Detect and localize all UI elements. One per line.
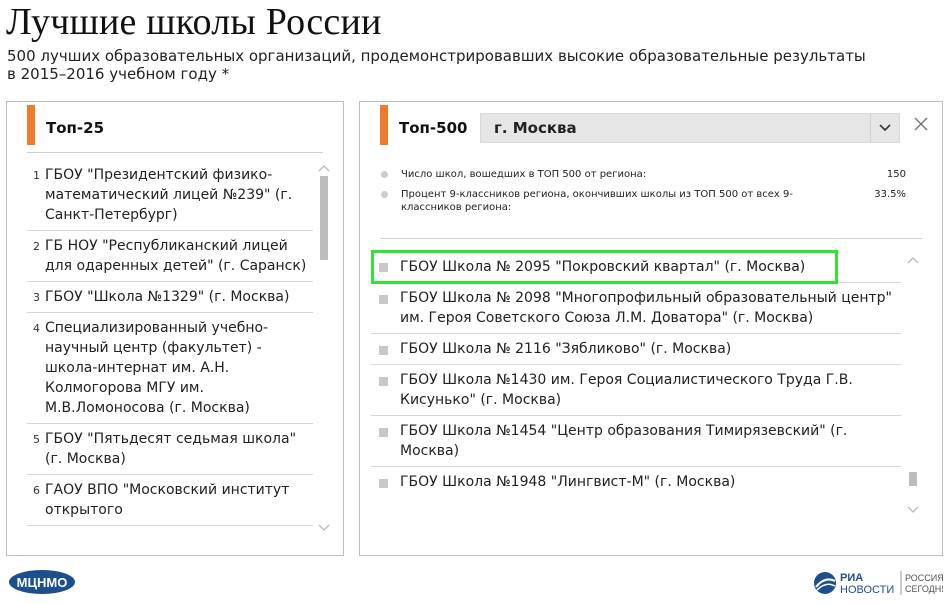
- school-name: ГАОУ ВПО "Московский институт открытого: [45, 482, 290, 518]
- top500-title: Топ-500: [399, 119, 468, 137]
- list-item[interactable]: 1 ГБОУ "Президентский физико-математичес…: [27, 160, 313, 231]
- list-item[interactable]: ГБОУ Школа №1454 "Центр образования Тими…: [371, 416, 901, 467]
- top500-list[interactable]: ГБОУ Школа № 2095 "Покровский квартал" (…: [371, 247, 901, 515]
- stat-label: Процент 9-классников региона, окончивших…: [401, 189, 793, 213]
- divider: [27, 152, 323, 153]
- close-icon[interactable]: [913, 116, 929, 132]
- list-item[interactable]: 5 ГБОУ "Пятьдесят седьмая школа" (г. Мос…: [27, 424, 313, 475]
- region-select-value: г. Москва: [494, 119, 577, 137]
- school-name: Специализированный учебно-научный центр …: [45, 320, 269, 416]
- region-stats: Число школ, вошедших в ТОП 500 от регион…: [380, 168, 906, 221]
- list-item[interactable]: 4 Специализированный учебно-научный цент…: [27, 313, 313, 424]
- top25-panel: Топ-25 1 ГБОУ "Президентский физико-мате…: [6, 101, 344, 556]
- list-item[interactable]: ГБОУ Школа №1430 им. Героя Социалистичес…: [371, 365, 901, 416]
- selected-item-highlight: [371, 250, 838, 284]
- rank-number: 3: [33, 291, 40, 304]
- page-title: Лучшие школы России: [6, 1, 382, 43]
- list-item[interactable]: ГБОУ Школа №1948 "Лингвист-М" (г. Москва…: [371, 467, 901, 497]
- accent-tab: [27, 105, 35, 145]
- top500-panel: Топ-500 г. Москва Число школ, вошедших в…: [359, 101, 943, 556]
- ria-logo-line1: РИА: [840, 572, 863, 584]
- scrollbar-thumb[interactable]: [909, 472, 917, 486]
- chevron-up-icon[interactable]: [907, 256, 919, 264]
- accent-tab: [380, 105, 388, 145]
- school-name: ГБОУ "Президентский физико-математически…: [45, 167, 293, 223]
- top25-scrollbar[interactable]: [316, 164, 332, 539]
- bullet-square: [379, 479, 388, 488]
- page-subtitle: 500 лучших образовательных организаций, …: [7, 47, 866, 83]
- region-select[interactable]: г. Москва: [480, 113, 900, 143]
- ria-logo-line4: СЕГОДНЯ: [905, 584, 943, 594]
- school-name: ГБОУ "Пятьдесят седьмая школа" (г. Москв…: [45, 431, 297, 467]
- region-select-toggle[interactable]: [870, 114, 899, 142]
- list-item[interactable]: 2 ГБ НОУ "Республиканский лицей для одар…: [27, 231, 313, 282]
- school-name: ГБОУ "Школа №1329" (г. Москва): [45, 289, 290, 305]
- ria-novosti-logo[interactable]: РИА НОВОСТИ РОССИЯ СЕГОДНЯ: [813, 568, 943, 598]
- list-item[interactable]: 3 ГБОУ "Школа №1329" (г. Москва): [27, 282, 313, 313]
- school-name: ГБ НОУ "Республиканский лицей для одарен…: [45, 238, 307, 274]
- stat-row: Процент 9-классников региона, окончивших…: [380, 188, 906, 214]
- school-name: ГБОУ Школа № 2098 "Многопрофильный образ…: [400, 290, 892, 326]
- chevron-down-icon[interactable]: [318, 524, 330, 532]
- rank-number: 5: [33, 433, 40, 446]
- top500-scrollbar[interactable]: [905, 254, 921, 522]
- top25-title: Топ-25: [46, 119, 105, 137]
- bullet-square: [379, 346, 388, 355]
- bullet: [381, 191, 388, 198]
- stat-value: 150: [886, 169, 906, 180]
- rank-number: 4: [33, 322, 40, 335]
- bullet-square: [379, 377, 388, 386]
- mcnmo-logo-text: МЦНМО: [17, 575, 68, 590]
- rank-number: 6: [33, 484, 40, 497]
- school-name: ГБОУ Школа №1454 "Центр образования Тими…: [400, 423, 848, 459]
- chevron-up-icon[interactable]: [318, 164, 330, 172]
- school-name: ГБОУ Школа №1948 "Лингвист-М" (г. Москва…: [400, 474, 736, 490]
- bullet-square: [379, 428, 388, 437]
- chevron-down-icon[interactable]: [907, 506, 919, 514]
- ria-logo-line2: НОВОСТИ: [840, 584, 894, 596]
- bullet-square: [379, 295, 388, 304]
- stat-label: Число школ, вошедших в ТОП 500 от регион…: [401, 169, 647, 180]
- rank-number: 1: [33, 169, 40, 182]
- bullet: [381, 171, 388, 178]
- chevron-down-icon: [879, 124, 891, 132]
- stat-value: 33.5%: [874, 189, 906, 200]
- list-item[interactable]: ГБОУ Школа № 2116 "Зябликово" (г. Москва…: [371, 334, 901, 365]
- stat-row: Число школ, вошедших в ТОП 500 от регион…: [380, 168, 906, 181]
- list-item[interactable]: ГБОУ Школа № 2098 "Многопрофильный образ…: [371, 283, 901, 334]
- top25-list[interactable]: 1 ГБОУ "Президентский физико-математичес…: [27, 160, 313, 534]
- mcnmo-logo[interactable]: МЦНМО: [8, 569, 76, 595]
- ria-logo-line3: РОССИЯ: [905, 573, 943, 583]
- divider: [380, 238, 922, 239]
- school-name: ГБОУ Школа №1430 им. Героя Социалистичес…: [400, 372, 853, 408]
- school-name: ГБОУ Школа № 2116 "Зябликово" (г. Москва…: [400, 341, 732, 357]
- scrollbar-thumb[interactable]: [320, 176, 328, 260]
- list-item[interactable]: 6 ГАОУ ВПО "Московский институт открытог…: [27, 475, 313, 526]
- rank-number: 2: [33, 240, 40, 253]
